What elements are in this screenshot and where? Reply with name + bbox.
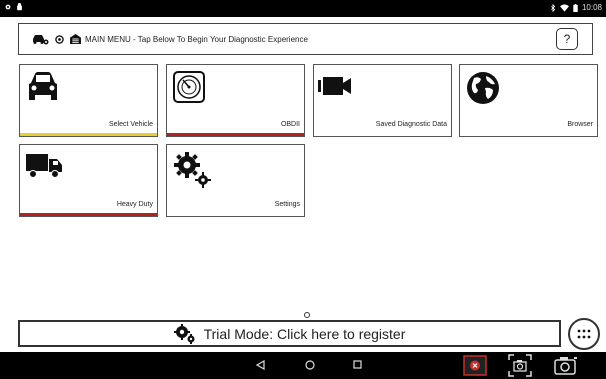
recents-icon[interactable] [353,360,362,369]
apps-button[interactable] [568,318,600,350]
tile-label: Select Vehicle [109,121,153,128]
tile-select-vehicle[interactable]: Select Vehicle [19,64,158,137]
gears-icon [173,323,195,344]
vehicle-gear-icon [33,35,49,45]
page-indicator-dot [304,312,310,318]
trial-mode-text: Trial Mode: Click here to register [203,325,406,342]
tile-heavy-duty[interactable]: Heavy Duty [19,144,158,217]
gears-icon [174,152,211,188]
target-icon [55,34,64,44]
battery-icon [573,3,578,12]
tile-settings[interactable]: Settings [166,144,305,217]
screen-record-icon[interactable] [463,355,487,376]
screenshot-icon[interactable] [508,354,532,377]
tile-status-bar [20,133,157,136]
truck-icon [26,154,62,178]
bluetooth-icon [551,3,556,12]
help-label: ? [563,32,571,46]
car-icon [29,72,57,100]
gear-notification-icon [5,4,11,10]
header-icons [31,33,81,45]
tile-label: Heavy Duty [116,201,153,208]
tile-status-bar [20,213,157,216]
tile-label: OBDII [280,121,300,128]
apps-grid-icon [577,329,591,339]
camera-icon[interactable] [554,355,578,375]
globe-icon [467,72,499,104]
wifi-icon [559,3,569,12]
android-notification-icon [17,3,22,11]
back-icon[interactable] [256,360,265,370]
help-button[interactable]: ? [556,28,578,50]
tile-browser[interactable]: Browser [459,64,598,137]
status-bar: 10:08 [0,0,606,17]
tile-obdii[interactable]: OBDII [166,64,305,137]
garage-icon [70,34,81,44]
gauge-icon [173,71,205,103]
tile-saved-diagnostic-data[interactable]: Saved Diagnostic Data [313,64,452,137]
tile-label: Saved Diagnostic Data [375,121,447,128]
tile-label: Browser [567,121,593,128]
main-menu-header: MAIN MENU - Tap Below To Begin Your Diag… [18,23,593,55]
tile-status-bar [167,133,304,136]
trial-mode-button[interactable]: Trial Mode: Click here to register [18,320,561,347]
status-left [4,3,23,11]
home-icon[interactable] [305,360,315,370]
tile-label: Settings [274,201,300,208]
page-title: MAIN MENU - Tap Below To Begin Your Diag… [85,34,308,44]
navigation-bar [0,352,606,379]
video-camera-icon [318,77,351,95]
status-time: 10:08 [581,3,602,12]
status-right: 10:08 [550,3,602,12]
